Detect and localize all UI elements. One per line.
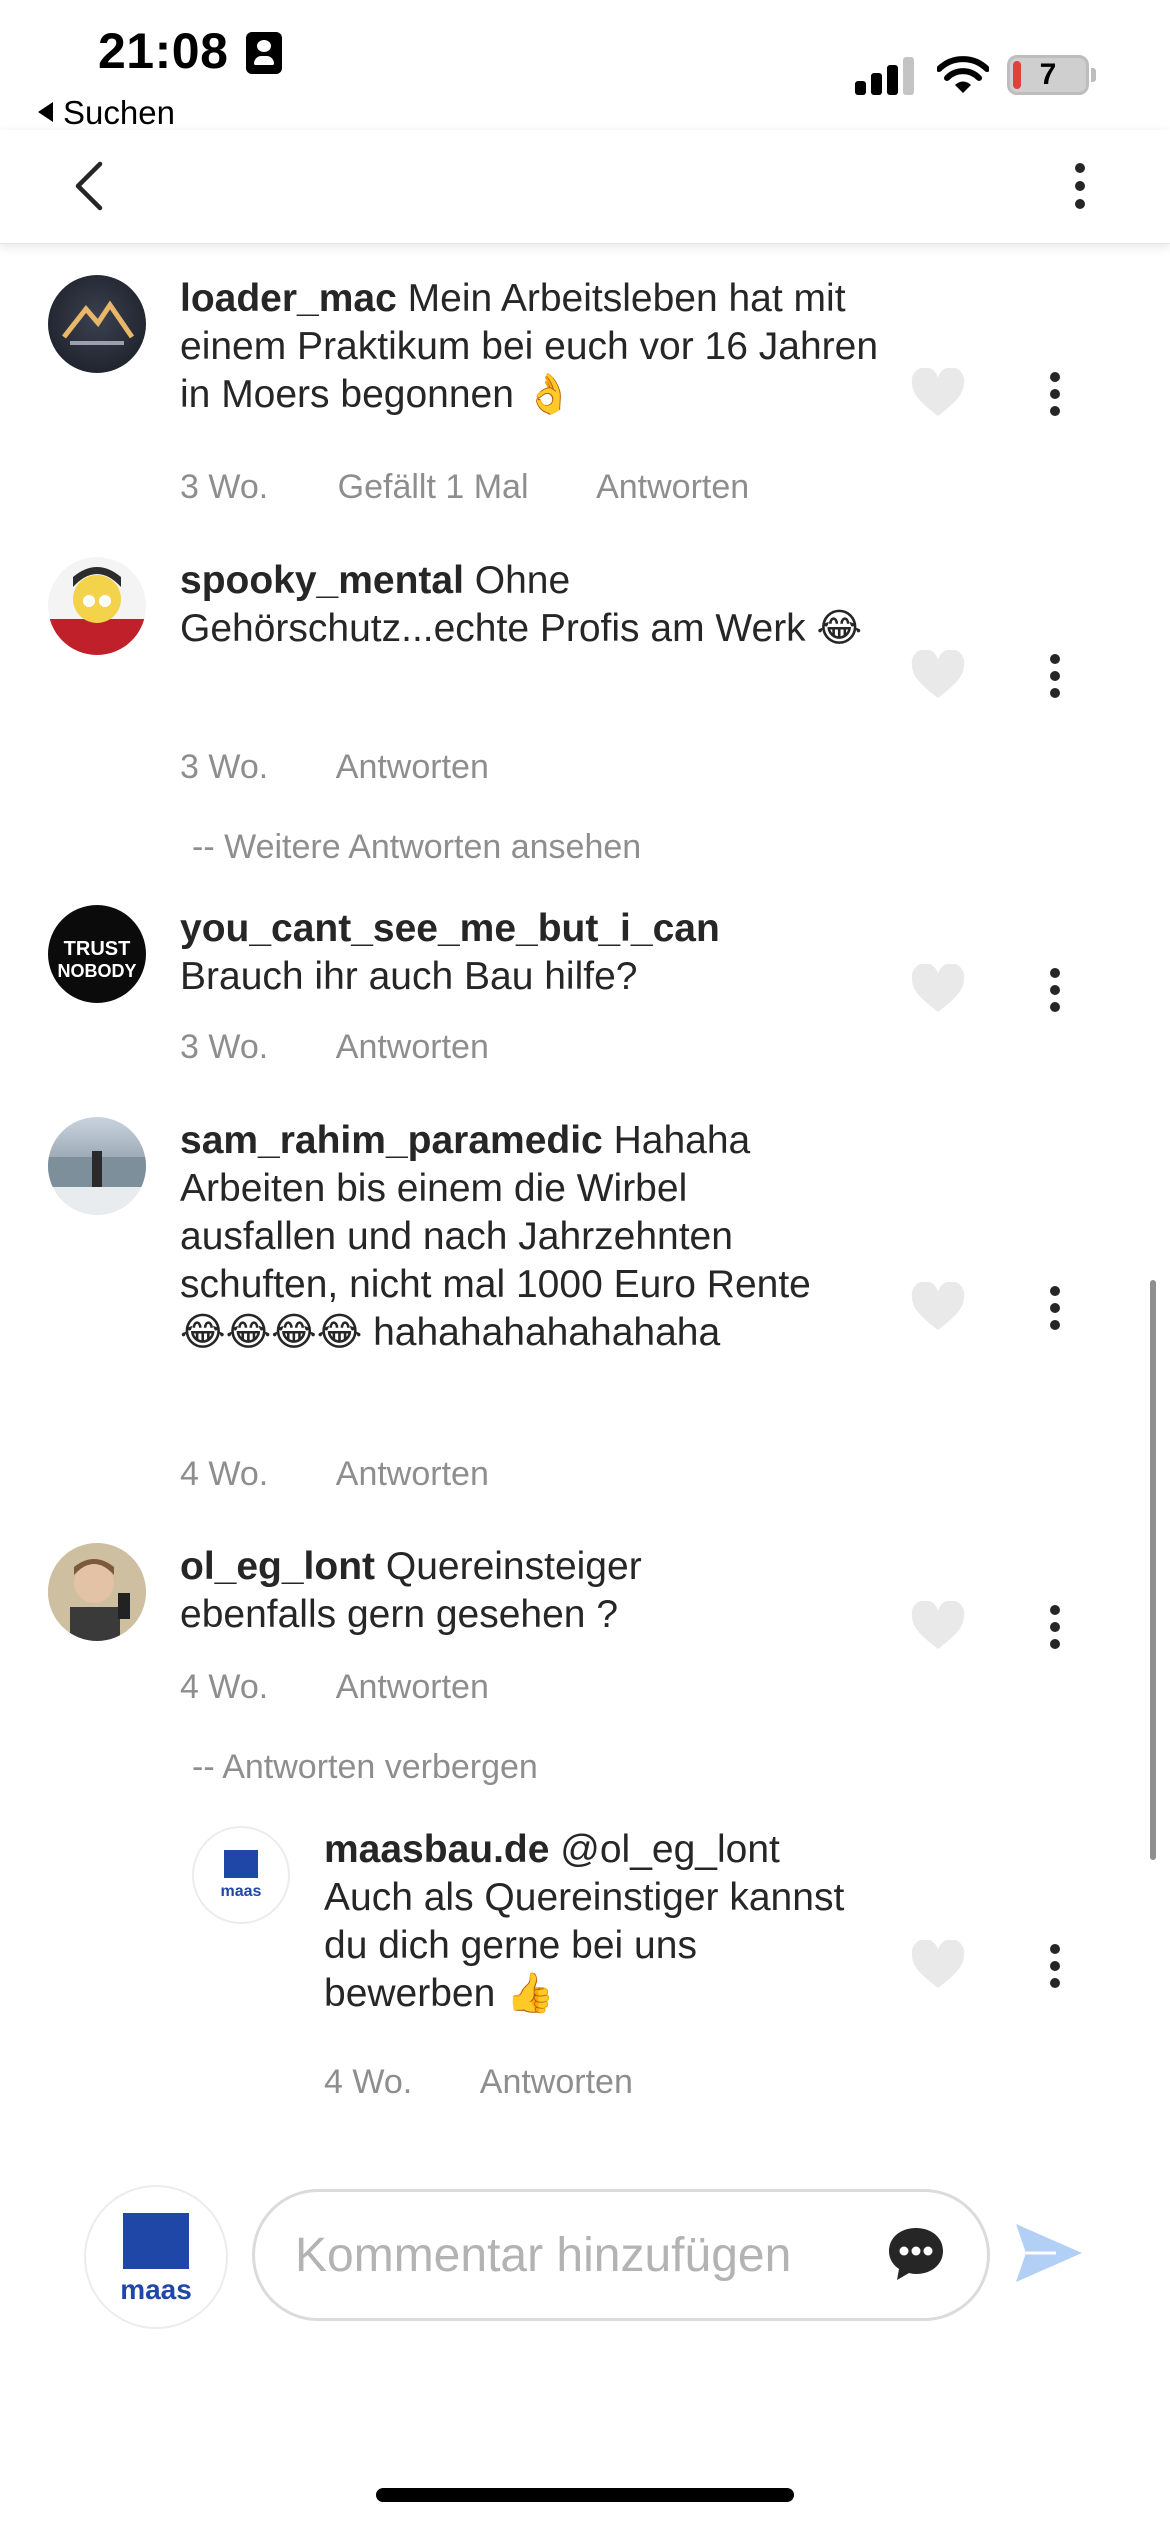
- trust-nobody-logo-icon: TRUST NOBODY: [57, 938, 136, 981]
- comment-text: sam_rahim_paramedic Hahaha Arbeiten bis …: [180, 1117, 820, 1357]
- comment-meta: 3 Wo. Antworten: [180, 1028, 549, 1067]
- comment-options-icon[interactable]: [1040, 1936, 1070, 1996]
- svg-text:maas: maas: [120, 2274, 192, 2305]
- comment-username[interactable]: spooky_mental: [180, 559, 464, 602]
- id-card-icon: [246, 32, 282, 74]
- comment-text: ol_eg_lont Quereinsteiger ebenfalls gern…: [180, 1543, 780, 1639]
- like-heart-icon[interactable]: [910, 1282, 966, 1334]
- beach-photo-icon: [48, 1151, 146, 1215]
- view-more-replies-button[interactable]: -- Weitere Antworten ansehen: [192, 828, 641, 867]
- comment-username[interactable]: maasbau.de: [324, 1828, 549, 1871]
- avatar[interactable]: [48, 1117, 146, 1215]
- battery-cap: [1091, 68, 1096, 82]
- comment-time: 4 Wo.: [180, 1455, 269, 1493]
- avatar[interactable]: maas: [192, 1826, 290, 1924]
- status-time: 21:08: [98, 23, 229, 79]
- status-bar: 21:08 Suchen 7: [0, 0, 1170, 132]
- comment-message: Brauch ihr auch Bau hilfe?: [180, 955, 638, 998]
- comment-options-icon[interactable]: [1040, 1597, 1070, 1657]
- avatar[interactable]: [48, 275, 146, 373]
- comment-likes-link[interactable]: Gefällt 1 Mal: [338, 468, 529, 506]
- reply-button[interactable]: Antworten: [336, 748, 489, 786]
- comment-text: spooky_mental Ohne Gehörschutz...echte P…: [180, 557, 880, 653]
- battery-icon: 7: [1007, 55, 1089, 95]
- back-chevron-icon[interactable]: [70, 158, 110, 214]
- mountain-logo-icon: [62, 300, 135, 345]
- chat-bubble-icon[interactable]: [886, 2224, 946, 2284]
- reply-button[interactable]: Antworten: [596, 468, 749, 506]
- comment-meta: 4 Wo. Antworten: [180, 1668, 549, 1707]
- like-heart-icon[interactable]: [910, 1601, 966, 1653]
- like-heart-icon[interactable]: [910, 1940, 966, 1992]
- comment-meta: 4 Wo. Antworten: [324, 2063, 693, 2102]
- composer-avatar: maas: [84, 2185, 228, 2329]
- comment-username[interactable]: you_cant_see_me_but_i_can: [180, 907, 720, 950]
- cartoon-avatar-icon: [48, 567, 146, 655]
- comment-time: 4 Wo.: [180, 1668, 269, 1706]
- back-triangle-icon: [38, 102, 53, 122]
- like-heart-icon[interactable]: [910, 368, 966, 420]
- avatar[interactable]: TRUST NOBODY: [48, 905, 146, 1003]
- svg-text:maas: maas: [221, 1883, 262, 1900]
- comment-text: you_cant_see_me_but_i_can Brauch ihr auc…: [180, 905, 880, 1001]
- comment-text: maasbau.de @ol_eg_lont Auch als Quereins…: [324, 1826, 864, 2018]
- comment-meta: 3 Wo. Gefällt 1 Mal Antworten: [180, 468, 809, 507]
- comment-time: 3 Wo.: [180, 468, 269, 506]
- wifi-icon: [937, 56, 989, 93]
- battery-level: 7: [1039, 58, 1057, 91]
- avatar[interactable]: [48, 1543, 146, 1641]
- comment-username[interactable]: ol_eg_lont: [180, 1545, 375, 1588]
- comment-username[interactable]: loader_mac: [180, 277, 397, 320]
- comment-options-icon[interactable]: [1040, 1278, 1070, 1338]
- avatar[interactable]: [48, 557, 146, 655]
- like-heart-icon[interactable]: [910, 650, 966, 702]
- reply-button[interactable]: Antworten: [336, 1455, 489, 1493]
- reply-button[interactable]: Antworten: [336, 1668, 489, 1706]
- profile-photo-icon: [48, 1543, 146, 1641]
- comment-time: 3 Wo.: [180, 748, 269, 786]
- home-indicator[interactable]: [376, 2488, 794, 2502]
- comment-meta: 3 Wo. Antworten: [180, 748, 549, 787]
- comment-options-icon[interactable]: [1040, 646, 1070, 706]
- maas-logo-icon: maas: [221, 1850, 262, 1900]
- reply-button[interactable]: Antworten: [336, 1028, 489, 1066]
- reply-button[interactable]: Antworten: [480, 2063, 633, 2101]
- svg-text:NOBODY: NOBODY: [57, 961, 136, 981]
- more-options-icon[interactable]: [1062, 158, 1098, 214]
- comment-meta: 4 Wo. Antworten: [180, 1455, 549, 1494]
- back-to-app-link[interactable]: Suchen: [38, 94, 175, 132]
- comment-time: 3 Wo.: [180, 1028, 269, 1066]
- top-nav-bar: [0, 130, 1170, 244]
- comment-input[interactable]: [252, 2189, 990, 2321]
- comment-username[interactable]: sam_rahim_paramedic: [180, 1119, 603, 1162]
- maas-logo-icon: maas: [120, 2213, 192, 2305]
- cellular-signal-icon: [855, 55, 915, 95]
- comment-options-icon[interactable]: [1040, 364, 1070, 424]
- hide-replies-button[interactable]: -- Antworten verbergen: [192, 1748, 538, 1787]
- like-heart-icon[interactable]: [910, 964, 966, 1016]
- comment-options-icon[interactable]: [1040, 960, 1070, 1020]
- svg-text:TRUST: TRUST: [64, 938, 131, 960]
- comment-time: 4 Wo.: [324, 2063, 413, 2101]
- send-icon[interactable]: [1012, 2220, 1084, 2286]
- comment-text: loader_mac Mein Arbeitsleben hat mit ein…: [180, 275, 880, 419]
- back-app-label: Suchen: [63, 94, 175, 131]
- scrollbar[interactable]: [1150, 1280, 1156, 1860]
